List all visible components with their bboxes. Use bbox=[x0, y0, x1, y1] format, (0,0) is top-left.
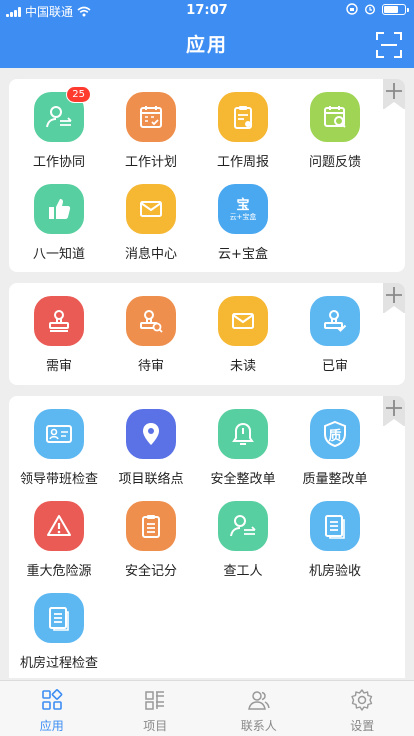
app-weekly-report[interactable]: 工作周报 bbox=[199, 92, 287, 170]
warning-icon bbox=[34, 501, 84, 551]
app-label: 工作计划 bbox=[124, 155, 177, 170]
calendar-search-icon bbox=[310, 92, 360, 142]
app-leader-shift-inspection[interactable]: 领导带班检查 bbox=[15, 409, 103, 487]
add-app-button[interactable] bbox=[383, 396, 405, 427]
app-label: 待审 bbox=[137, 359, 164, 374]
app-machine-room-acceptance[interactable]: 机房验收 bbox=[291, 501, 379, 579]
app-machine-room-process-inspection[interactable]: 机房过程检查 bbox=[15, 593, 103, 671]
app-label: 工作协同 bbox=[32, 155, 85, 170]
app-work-collaboration[interactable]: 25 工作协同 bbox=[15, 86, 103, 170]
id-card-icon bbox=[34, 409, 84, 459]
app-cloud-box[interactable]: 宝 云+宝盒 云+宝盒 bbox=[199, 184, 287, 262]
stamp-icon bbox=[34, 296, 84, 346]
tab-label: 应用 bbox=[39, 719, 64, 733]
tab-projects[interactable]: 项目 bbox=[104, 681, 208, 736]
lock-rotation-icon bbox=[346, 3, 358, 15]
app-major-hazard[interactable]: 重大危险源 bbox=[15, 501, 103, 579]
envelope-icon bbox=[218, 296, 268, 346]
alarm-icon bbox=[364, 4, 376, 15]
app-check-workers[interactable]: 查工人 bbox=[199, 501, 287, 579]
app-work-plan[interactable]: 工作计划 bbox=[107, 92, 195, 170]
clipboard-report-icon bbox=[218, 92, 268, 142]
add-app-button[interactable] bbox=[383, 79, 405, 110]
plus-icon bbox=[386, 287, 402, 303]
add-app-button[interactable] bbox=[383, 283, 405, 314]
app-label: 工作周报 bbox=[216, 155, 269, 170]
app-label: 安全整改单 bbox=[210, 472, 276, 487]
settings-gear-icon bbox=[351, 689, 373, 711]
document-icon bbox=[34, 593, 84, 643]
page-title: 应用 bbox=[185, 34, 228, 56]
calendar-check-icon bbox=[126, 92, 176, 142]
app-label: 机房验收 bbox=[308, 564, 361, 579]
quality-shield-icon: 质 bbox=[310, 409, 360, 459]
document-icon bbox=[310, 501, 360, 551]
bottom-tab-bar: 应用 项目 联系人 设置 bbox=[0, 680, 414, 736]
app-label: 需审 bbox=[45, 359, 72, 374]
app-label: 重大危险源 bbox=[26, 564, 92, 579]
apps-section-3: 领导带班检查 项目联络点 安全整改单 质 质量整改单 重大危险源 安全记分 查工… bbox=[9, 396, 405, 678]
app-label: 机房过程检查 bbox=[19, 656, 98, 671]
plus-icon bbox=[386, 83, 402, 99]
app-bayi-zhidao[interactable]: 八一知道 bbox=[15, 184, 103, 262]
tab-label: 项目 bbox=[143, 719, 168, 733]
shield-check-icon bbox=[310, 296, 360, 346]
app-to-review[interactable]: 需审 bbox=[15, 296, 103, 374]
contacts-icon bbox=[247, 691, 270, 710]
app-header: 中国联通 17:07 应用 bbox=[0, 0, 414, 68]
stamp-search-icon bbox=[126, 296, 176, 346]
app-message-center[interactable]: 消息中心 bbox=[107, 184, 195, 262]
app-label: 问题反馈 bbox=[308, 155, 361, 170]
app-label: 质量整改单 bbox=[302, 472, 368, 487]
tab-label: 设置 bbox=[350, 719, 375, 733]
plus-icon bbox=[386, 400, 402, 416]
tab-contacts[interactable]: 联系人 bbox=[207, 681, 311, 736]
scan-icon[interactable] bbox=[376, 32, 402, 58]
cloud-box-logo-subtext: 云+宝盒 bbox=[229, 212, 257, 221]
envelope-icon bbox=[126, 184, 176, 234]
app-safety-score[interactable]: 安全记分 bbox=[107, 501, 195, 579]
app-unread[interactable]: 未读 bbox=[199, 296, 287, 374]
app-reviewed[interactable]: 已审 bbox=[291, 296, 379, 374]
cloud-box-logo-text: 宝 bbox=[236, 197, 250, 213]
cloud-box-icon: 宝 云+宝盒 bbox=[218, 184, 268, 234]
app-label: 安全记分 bbox=[124, 564, 177, 579]
app-label: 项目联络点 bbox=[118, 472, 184, 487]
app-problem-feedback[interactable]: 问题反馈 bbox=[291, 92, 379, 170]
battery-icon bbox=[382, 3, 409, 15]
user-transfer-icon: 25 bbox=[34, 86, 91, 142]
app-label: 云+宝盒 bbox=[218, 247, 268, 262]
app-label: 查工人 bbox=[223, 564, 263, 579]
grid-apps-icon bbox=[41, 689, 63, 710]
tab-label: 联系人 bbox=[240, 719, 277, 733]
quality-icon-glyph: 质 bbox=[328, 428, 342, 444]
app-label: 领导带班检查 bbox=[19, 472, 98, 487]
apps-section-2: 需审 待审 未读 已审 bbox=[9, 283, 405, 385]
app-pending-review[interactable]: 待审 bbox=[107, 296, 195, 374]
app-label: 未读 bbox=[229, 359, 256, 374]
map-pin-icon bbox=[126, 409, 176, 459]
clipboard-list-icon bbox=[126, 501, 176, 551]
app-label: 八一知道 bbox=[32, 247, 85, 262]
app-label: 消息中心 bbox=[124, 247, 177, 262]
user-transfer-icon bbox=[218, 501, 268, 551]
apps-section-1: 25 工作协同 工作计划 工作周报 问题反馈 八一知道 消息中心 宝 云+宝盒 … bbox=[9, 79, 405, 272]
tab-apps[interactable]: 应用 bbox=[0, 681, 104, 736]
app-label: 已审 bbox=[321, 359, 348, 374]
project-icon bbox=[145, 691, 165, 710]
app-project-contact-point[interactable]: 项目联络点 bbox=[107, 409, 195, 487]
notification-badge: 25 bbox=[66, 86, 91, 103]
status-bar: 中国联通 17:07 bbox=[0, 0, 414, 22]
bell-icon bbox=[218, 409, 268, 459]
tab-settings[interactable]: 设置 bbox=[311, 681, 414, 736]
thumbs-up-icon bbox=[34, 184, 84, 234]
app-safety-rectification[interactable]: 安全整改单 bbox=[199, 409, 287, 487]
app-quality-rectification[interactable]: 质 质量整改单 bbox=[291, 409, 379, 487]
